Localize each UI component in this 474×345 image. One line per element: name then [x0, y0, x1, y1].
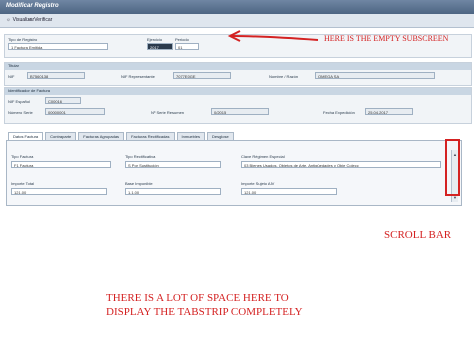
annotation-scroll-bar: SCROLL BAR	[384, 229, 452, 241]
annotation-empty-subscreen: HERE IS THE EMPTY SUBSCREEN	[324, 34, 449, 43]
annotation-scrollbar-box	[445, 139, 460, 196]
annotation-space-line2: DISPLAY THE TABSTRIP COMPLETELY	[106, 306, 303, 318]
annotation-space-line1: THERE IS A LOT OF SPACE HERE TO	[106, 292, 289, 304]
